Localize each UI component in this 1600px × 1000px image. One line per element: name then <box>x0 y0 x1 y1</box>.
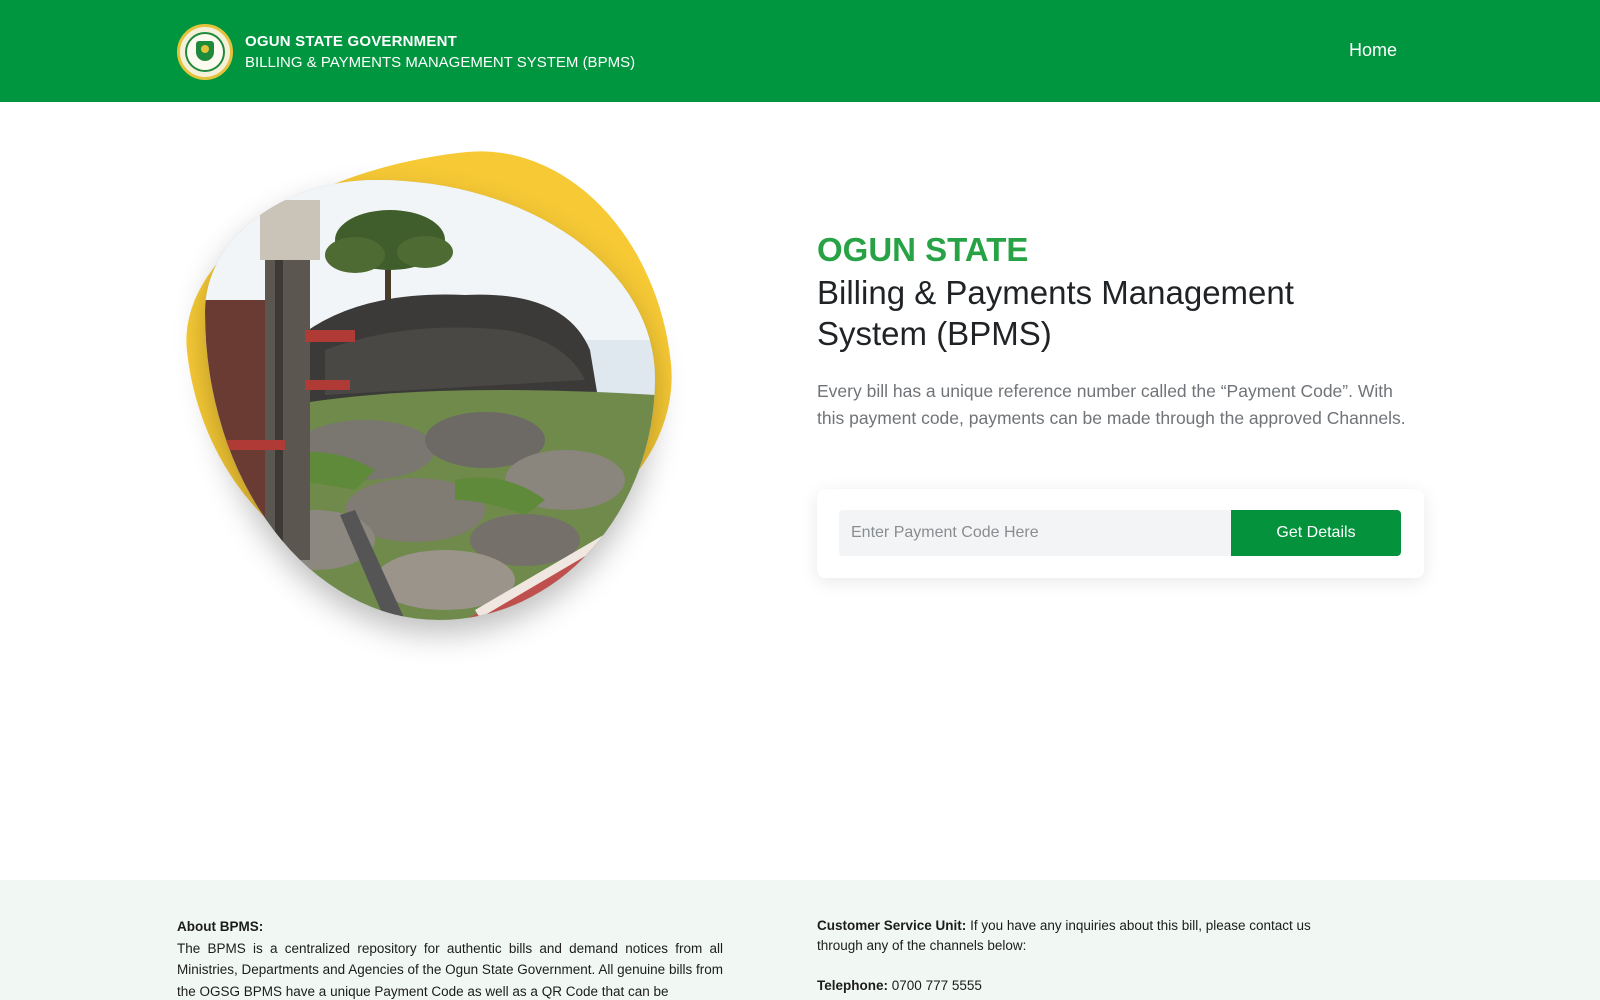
hero-text: OGUN STATE Billing & Payments Management… <box>817 230 1417 432</box>
brand-text: OGUN STATE GOVERNMENT BILLING & PAYMENTS… <box>245 31 635 74</box>
payment-code-search-card: Get Details <box>817 489 1424 578</box>
site-header: OGUN STATE GOVERNMENT BILLING & PAYMENTS… <box>0 0 1600 102</box>
payment-code-input[interactable] <box>839 510 1231 556</box>
hero-kicker: OGUN STATE <box>817 231 1029 268</box>
system-name: BILLING & PAYMENTS MANAGEMENT SYSTEM (BP… <box>245 53 636 71</box>
org-name: OGUN STATE GOVERNMENT <box>245 32 457 50</box>
telephone-label: Telephone: <box>817 978 889 993</box>
brand[interactable]: OGUN STATE GOVERNMENT BILLING & PAYMENTS… <box>177 24 635 80</box>
nav-home-link[interactable]: Home <box>1349 40 1397 61</box>
about-text: The BPMS is a centralized repository for… <box>177 940 723 999</box>
telephone-value[interactable]: 0700 777 5555 <box>892 978 982 993</box>
ogun-state-seal-logo <box>177 24 233 80</box>
about-heading: About BPMS: <box>177 919 264 934</box>
hero-title-line-1: Billing & Payments Management <box>817 274 1294 311</box>
customer-service-heading: Customer Service Unit: <box>817 918 967 933</box>
customer-service-section: Customer Service Unit: If you have any i… <box>817 916 1357 996</box>
about-bpms-section: About BPMS: The BPMS is a centralized re… <box>177 916 723 1000</box>
get-details-button[interactable]: Get Details <box>1231 510 1401 556</box>
hero-description: Every bill has a unique reference number… <box>817 381 1406 428</box>
site-footer: About BPMS: The BPMS is a centralized re… <box>0 880 1600 1000</box>
hero-image-blob <box>169 133 691 635</box>
customer-service-intro: Customer Service Unit: If you have any i… <box>817 916 1357 956</box>
hero-title-line-2: System (BPMS) <box>817 315 1052 352</box>
hero-title: Billing & Payments Management System (BP… <box>817 272 1417 354</box>
telephone-line: Telephone: 0700 777 5555 <box>817 976 1357 996</box>
